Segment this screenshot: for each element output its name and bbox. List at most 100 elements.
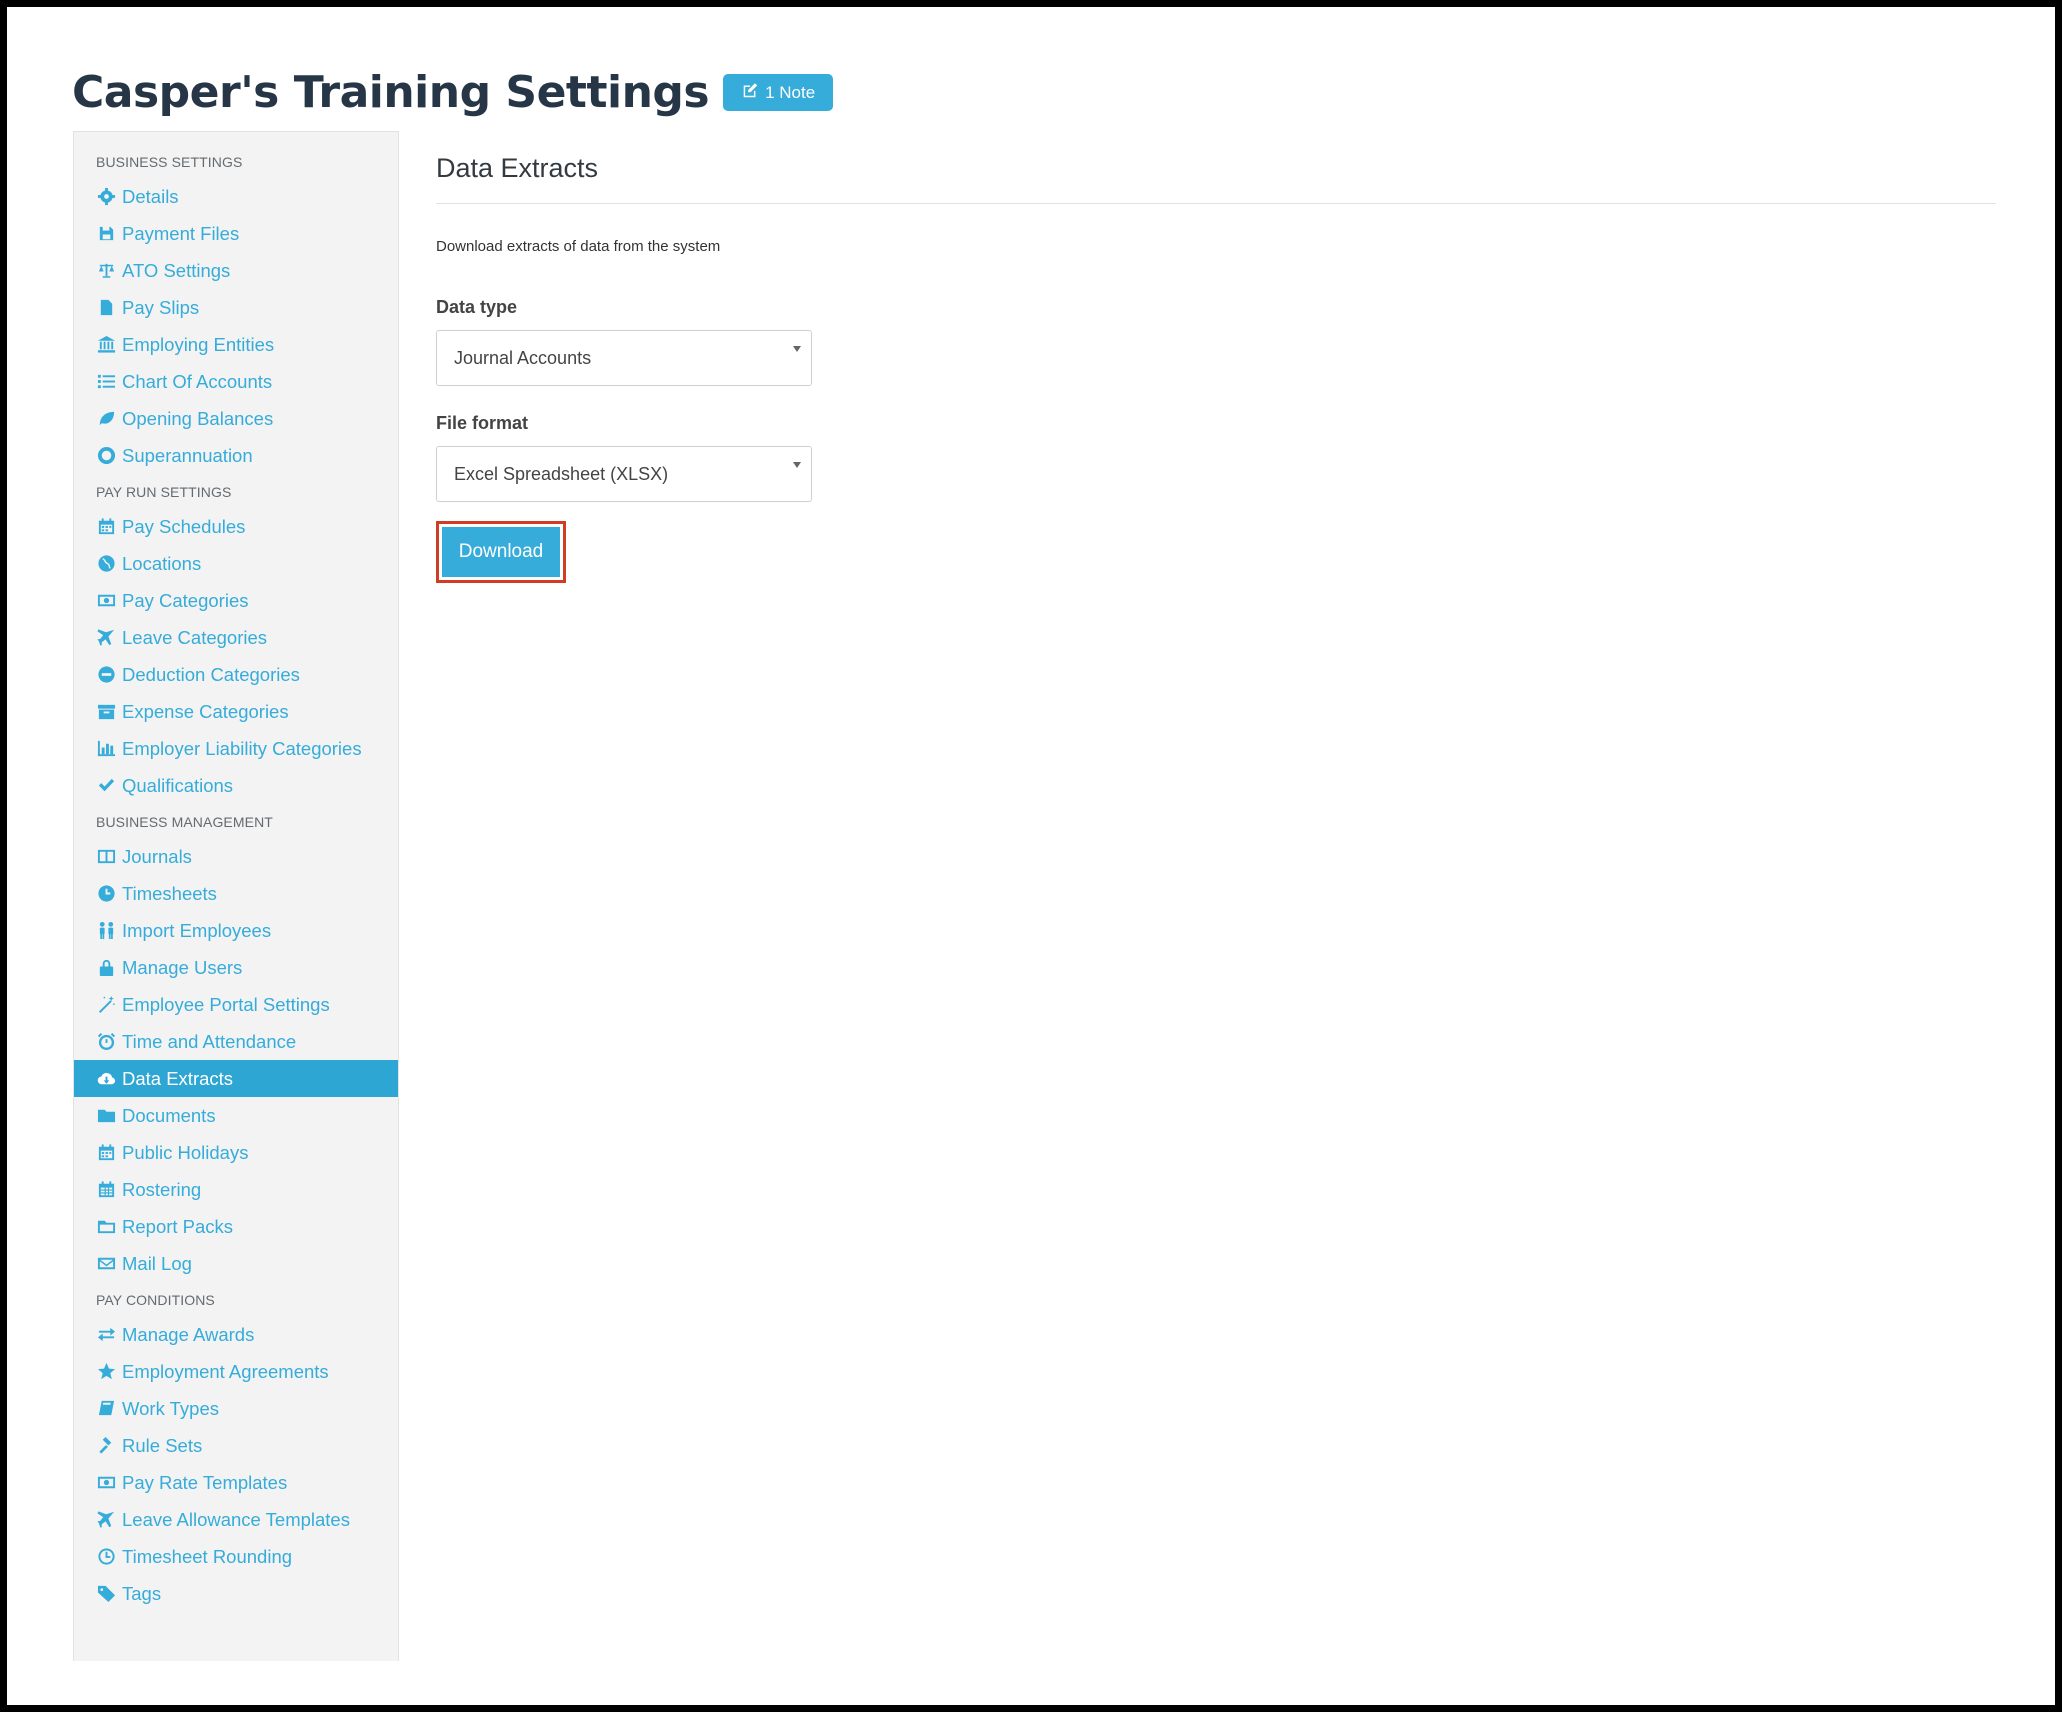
- sidebar-item-tags[interactable]: Tags: [74, 1575, 398, 1612]
- sidebar-item-manage-users[interactable]: Manage Users: [74, 949, 398, 986]
- sidebar-item-leave-categories[interactable]: Leave Categories: [74, 619, 398, 656]
- sidebar-item-label: Locations: [122, 552, 202, 574]
- page-title-text: Casper's Training Settings: [72, 67, 710, 118]
- sidebar-item-chart-of-accounts[interactable]: Chart Of Accounts: [74, 363, 398, 400]
- gavel-icon: [96, 1436, 116, 1456]
- sidebar-item-expense-categories[interactable]: Expense Categories: [74, 693, 398, 730]
- sidebar-item-manage-awards[interactable]: Manage Awards: [74, 1316, 398, 1353]
- calendar-grid-icon: [96, 1180, 116, 1200]
- sidebar-item-rostering[interactable]: Rostering: [74, 1171, 398, 1208]
- sidebar-item-label: Work Types: [122, 1397, 219, 1419]
- clock-outline-icon: [96, 1547, 116, 1567]
- dropdown-caret-icon: [793, 346, 801, 352]
- sidebar-item-label: Report Packs: [122, 1215, 234, 1237]
- sidebar-item-label: Details: [122, 185, 179, 207]
- bar-chart-icon: [96, 739, 116, 759]
- sidebar-item-label: Time and Attendance: [122, 1030, 297, 1052]
- sidebar-item-label: Documents: [122, 1104, 216, 1126]
- sidebar-item-leave-allowance-templates[interactable]: Leave Allowance Templates: [74, 1501, 398, 1538]
- sidebar-item-pay-categories[interactable]: Pay Categories: [74, 582, 398, 619]
- sidebar-item-label: Superannuation: [122, 444, 253, 466]
- settings-sidebar: BUSINESS SETTINGS Details Payment Files ATO…: [73, 131, 399, 1661]
- sidebar-item-public-holidays[interactable]: Public Holidays: [74, 1134, 398, 1171]
- sidebar-item-pay-slips[interactable]: Pay Slips: [74, 289, 398, 326]
- download-button[interactable]: Download: [436, 521, 566, 583]
- cloud-download-icon: [96, 1069, 116, 1089]
- sidebar-item-label: Employing Entities: [122, 333, 275, 355]
- plane-icon: [96, 628, 116, 648]
- sidebar-item-rule-sets[interactable]: Rule Sets: [74, 1427, 398, 1464]
- sidebar-item-details[interactable]: Details: [74, 178, 398, 215]
- sidebar-section-header: PAY RUN SETTINGS: [96, 484, 232, 500]
- sidebar-item-deduction-categories[interactable]: Deduction Categories: [74, 656, 398, 693]
- sidebar-item-label: Leave Categories: [122, 626, 268, 648]
- plane-icon: [96, 1510, 116, 1530]
- sidebar-item-employing-entities[interactable]: Employing Entities: [74, 326, 398, 363]
- sidebar-item-label: Pay Slips: [122, 296, 200, 318]
- sidebar-item-journals[interactable]: Journals: [74, 838, 398, 875]
- sidebar-item-label: Manage Awards: [122, 1323, 255, 1345]
- sidebar-item-label: Timesheets: [122, 882, 217, 904]
- notes-badge-button[interactable]: 1 Note: [723, 74, 834, 111]
- sidebar-item-label: Expense Categories: [122, 700, 289, 722]
- file-format-value: Excel Spreadsheet (XLSX): [454, 463, 669, 484]
- sidebar-item-label: Leave Allowance Templates: [122, 1508, 350, 1530]
- sidebar-item-label: Tags: [122, 1582, 162, 1604]
- data-type-select[interactable]: Journal Accounts: [436, 330, 812, 386]
- check-icon: [96, 776, 116, 796]
- money-icon: [96, 1473, 116, 1493]
- book-icon: [96, 1399, 116, 1419]
- sidebar-item-label: Rule Sets: [122, 1434, 203, 1456]
- clock-icon: [96, 884, 116, 904]
- sidebar-item-employer-liability-categories[interactable]: Employer Liability Categories: [74, 730, 398, 767]
- users-icon: [96, 921, 116, 941]
- calendar-icon: [96, 517, 116, 537]
- sidebar-item-label: Employer Liability Categories: [122, 737, 362, 759]
- gear-icon: [96, 187, 116, 207]
- sidebar-item-ato-settings[interactable]: ATO Settings: [74, 252, 398, 289]
- sidebar-item-time-and-attendance[interactable]: Time and Attendance: [74, 1023, 398, 1060]
- sidebar-item-label: Manage Users: [122, 956, 243, 978]
- envelope-icon: [96, 1254, 116, 1274]
- star-icon: [96, 1362, 116, 1382]
- sidebar-item-work-types[interactable]: Work Types: [74, 1390, 398, 1427]
- sidebar-item-label: ATO Settings: [122, 259, 231, 281]
- sidebar-item-qualifications[interactable]: Qualifications: [74, 767, 398, 804]
- sidebar-item-employment-agreements[interactable]: Employment Agreements: [74, 1353, 398, 1390]
- list-icon: [96, 372, 116, 392]
- sidebar-item-label: Chart Of Accounts: [122, 370, 273, 392]
- section-title: Data Extracts: [436, 131, 1996, 204]
- sidebar-item-opening-balances[interactable]: Opening Balances: [74, 400, 398, 437]
- sidebar-item-superannuation[interactable]: Superannuation: [74, 437, 398, 474]
- sidebar-item-documents[interactable]: Documents: [74, 1097, 398, 1134]
- columns-icon: [96, 847, 116, 867]
- file-format-select[interactable]: Excel Spreadsheet (XLSX): [436, 446, 812, 502]
- sidebar-item-label: Data Extracts: [122, 1067, 234, 1089]
- exchange-icon: [96, 1325, 116, 1345]
- sidebar-item-timesheets[interactable]: Timesheets: [74, 875, 398, 912]
- floppy-icon: [96, 224, 116, 244]
- sidebar-item-report-packs[interactable]: Report Packs: [74, 1208, 398, 1245]
- sidebar-item-label: Employee Portal Settings: [122, 993, 330, 1015]
- sidebar-item-employee-portal-settings[interactable]: Employee Portal Settings: [74, 986, 398, 1023]
- sidebar-item-payment-files[interactable]: Payment Files: [74, 215, 398, 252]
- sidebar-item-mail-log[interactable]: Mail Log: [74, 1245, 398, 1282]
- sidebar-item-pay-schedules[interactable]: Pay Schedules: [74, 508, 398, 545]
- money-icon: [96, 591, 116, 611]
- sidebar-item-label: Journals: [122, 845, 192, 867]
- sidebar-item-label: Pay Schedules: [122, 515, 246, 537]
- folder-open-icon: [96, 1217, 116, 1237]
- sidebar-item-timesheet-rounding[interactable]: Timesheet Rounding: [74, 1538, 398, 1575]
- sidebar-item-pay-rate-templates[interactable]: Pay Rate Templates: [74, 1464, 398, 1501]
- page-title: Casper's Training Settings 1 Note: [72, 67, 834, 118]
- sidebar-item-data-extracts[interactable]: Data Extracts: [74, 1060, 398, 1097]
- sidebar-section-header: BUSINESS SETTINGS: [96, 154, 243, 170]
- magic-wand-icon: [96, 995, 116, 1015]
- scales-icon: [96, 261, 116, 281]
- sidebar-item-import-employees[interactable]: Import Employees: [74, 912, 398, 949]
- life-ring-icon: [96, 446, 116, 466]
- sidebar-item-label: Timesheet Rounding: [122, 1545, 293, 1567]
- file-format-label: File format: [436, 413, 529, 433]
- sidebar-section-header: BUSINESS MANAGEMENT: [96, 814, 273, 830]
- sidebar-item-locations[interactable]: Locations: [74, 545, 398, 582]
